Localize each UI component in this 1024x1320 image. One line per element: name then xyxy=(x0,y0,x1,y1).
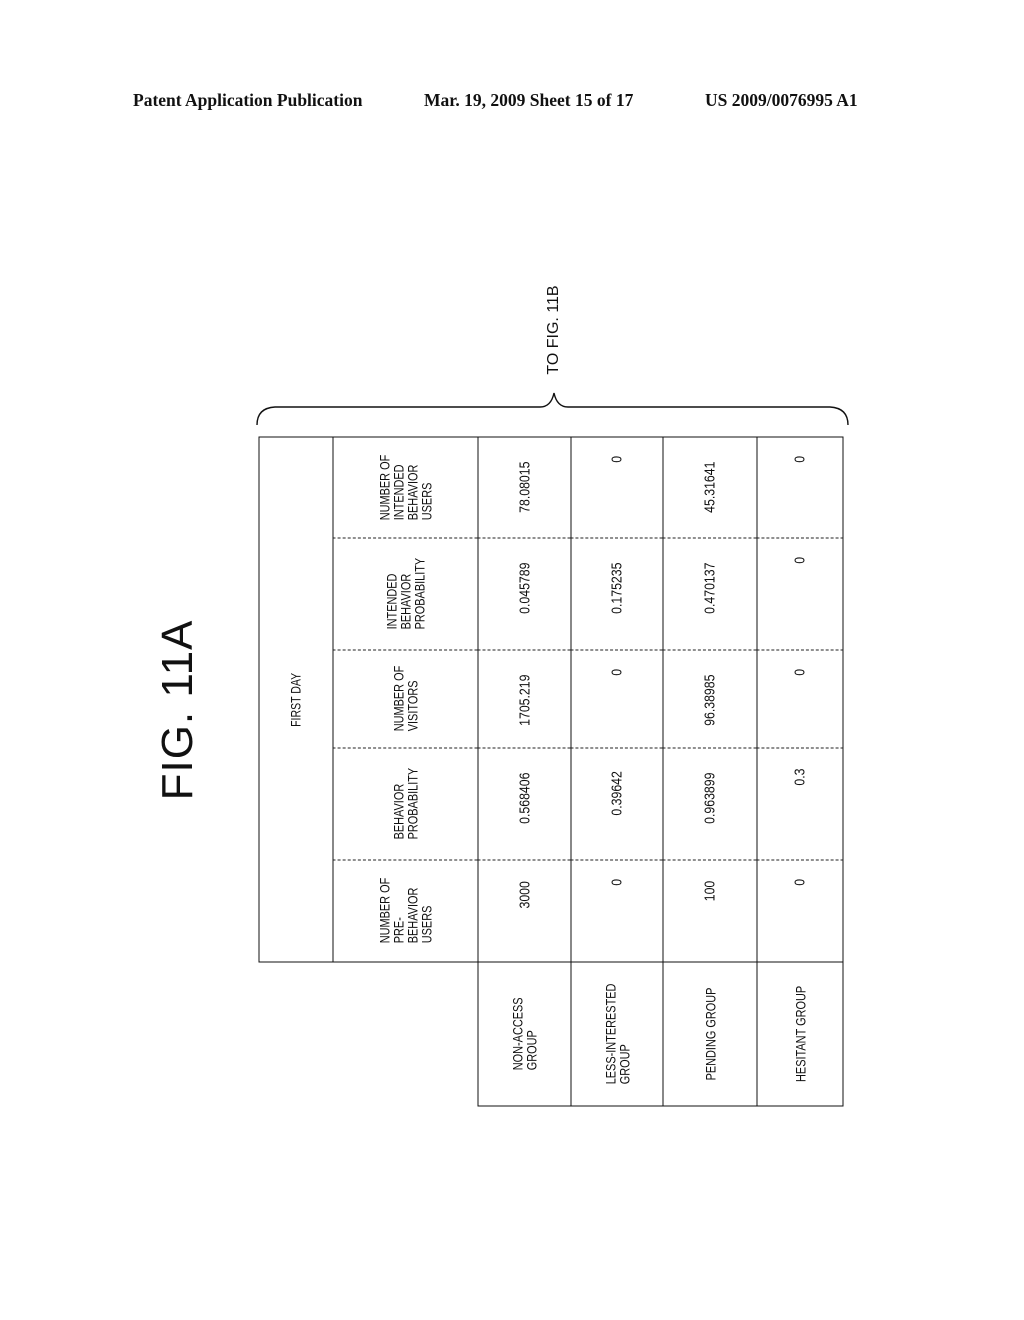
cell-value: 0 xyxy=(608,878,625,886)
table-cell: 0.045789 xyxy=(477,538,570,650)
row-group-label-text: LESS-INTERESTED GROUP xyxy=(601,983,632,1084)
table-cell: 0 xyxy=(570,650,662,748)
column-header: NUMBER OF INTENDED BEHAVIOR USERS xyxy=(332,436,477,538)
table-cell: 1705.219 xyxy=(477,650,570,748)
column-header-text: NUMBER OF PRE- BEHAVIOR USERS xyxy=(376,877,434,944)
row-group-label: NON-ACCESS GROUP xyxy=(477,962,570,1106)
cell-value: 78.08015 xyxy=(515,460,533,512)
table-cell: 45.31641 xyxy=(662,436,756,538)
cell-value: 0.568406 xyxy=(515,771,533,823)
row-group-label: LESS-INTERESTED GROUP xyxy=(570,962,662,1106)
table-cell: 0.39642 xyxy=(570,748,662,860)
cell-value: 0.963899 xyxy=(701,771,718,823)
table-cell: 96.38985 xyxy=(662,650,756,748)
cell-value: 0.175235 xyxy=(608,561,625,613)
cell-value: 0 xyxy=(791,878,808,886)
table-cell: 78.08015 xyxy=(477,436,570,538)
cell-value: 0.045789 xyxy=(515,561,533,613)
cell-value: 0.39642 xyxy=(608,770,625,816)
column-header-text: NUMBER OF VISITORS xyxy=(390,665,420,732)
table-cell: 0.175235 xyxy=(570,538,662,650)
table-cell: 0 xyxy=(756,860,843,962)
row-group-label-text: HESITANT GROUP xyxy=(791,985,808,1082)
row-group-label: HESITANT GROUP xyxy=(756,962,843,1106)
table-cell: 0.963899 xyxy=(662,748,756,860)
cell-value: 45.31641 xyxy=(701,460,718,512)
cell-value: 0.470137 xyxy=(701,561,718,613)
cell-value: 100 xyxy=(701,880,718,901)
cell-value: 3000 xyxy=(515,881,533,909)
data-table: FIRST DAY NUMBER OF PRE- BEHAVIOR USERS BEHAV… xyxy=(258,436,843,1106)
row-group-label-text: PENDING GROUP xyxy=(701,987,718,1080)
cell-value: 1705.219 xyxy=(515,673,533,725)
table-cell: 0 xyxy=(756,436,843,538)
cell-value: 0 xyxy=(608,455,625,463)
cell-value: 0 xyxy=(608,668,625,676)
cell-value: 0 xyxy=(791,556,808,564)
table-cell: 100 xyxy=(662,860,756,962)
cell-value: 0 xyxy=(791,455,808,463)
table-cell: 0 xyxy=(756,538,843,650)
table-cell: 0.568406 xyxy=(477,748,570,860)
column-header: BEHAVIOR PROBABILITY xyxy=(332,748,477,860)
period-header: FIRST DAY xyxy=(258,436,332,962)
table-cell: 3000 xyxy=(477,860,570,962)
column-header: NUMBER OF VISITORS xyxy=(332,650,477,748)
table-cell: 0 xyxy=(570,860,662,962)
column-header-text: BEHAVIOR PROBABILITY xyxy=(390,767,420,840)
column-header-text: INTENDED BEHAVIOR PROBABILITY xyxy=(383,557,427,630)
column-header-text: NUMBER OF INTENDED BEHAVIOR USERS xyxy=(376,454,434,520)
cell-value: 0 xyxy=(791,668,808,676)
column-header: INTENDED BEHAVIOR PROBABILITY xyxy=(332,538,477,650)
cell-value: 0.3 xyxy=(791,767,808,785)
table-cell: 0 xyxy=(756,650,843,748)
column-header: NUMBER OF PRE- BEHAVIOR USERS xyxy=(332,860,477,962)
cell-value: 96.38985 xyxy=(701,673,718,725)
row-group-label-text: NON-ACCESS GROUP xyxy=(509,997,539,1070)
table-cell: 0.3 xyxy=(756,748,843,860)
row-group-label: PENDING GROUP xyxy=(662,962,756,1106)
period-header-text: FIRST DAY xyxy=(287,671,303,727)
table-cell: 0.470137 xyxy=(662,538,756,650)
brace-path xyxy=(256,392,849,426)
table-cell: 0 xyxy=(570,436,662,538)
